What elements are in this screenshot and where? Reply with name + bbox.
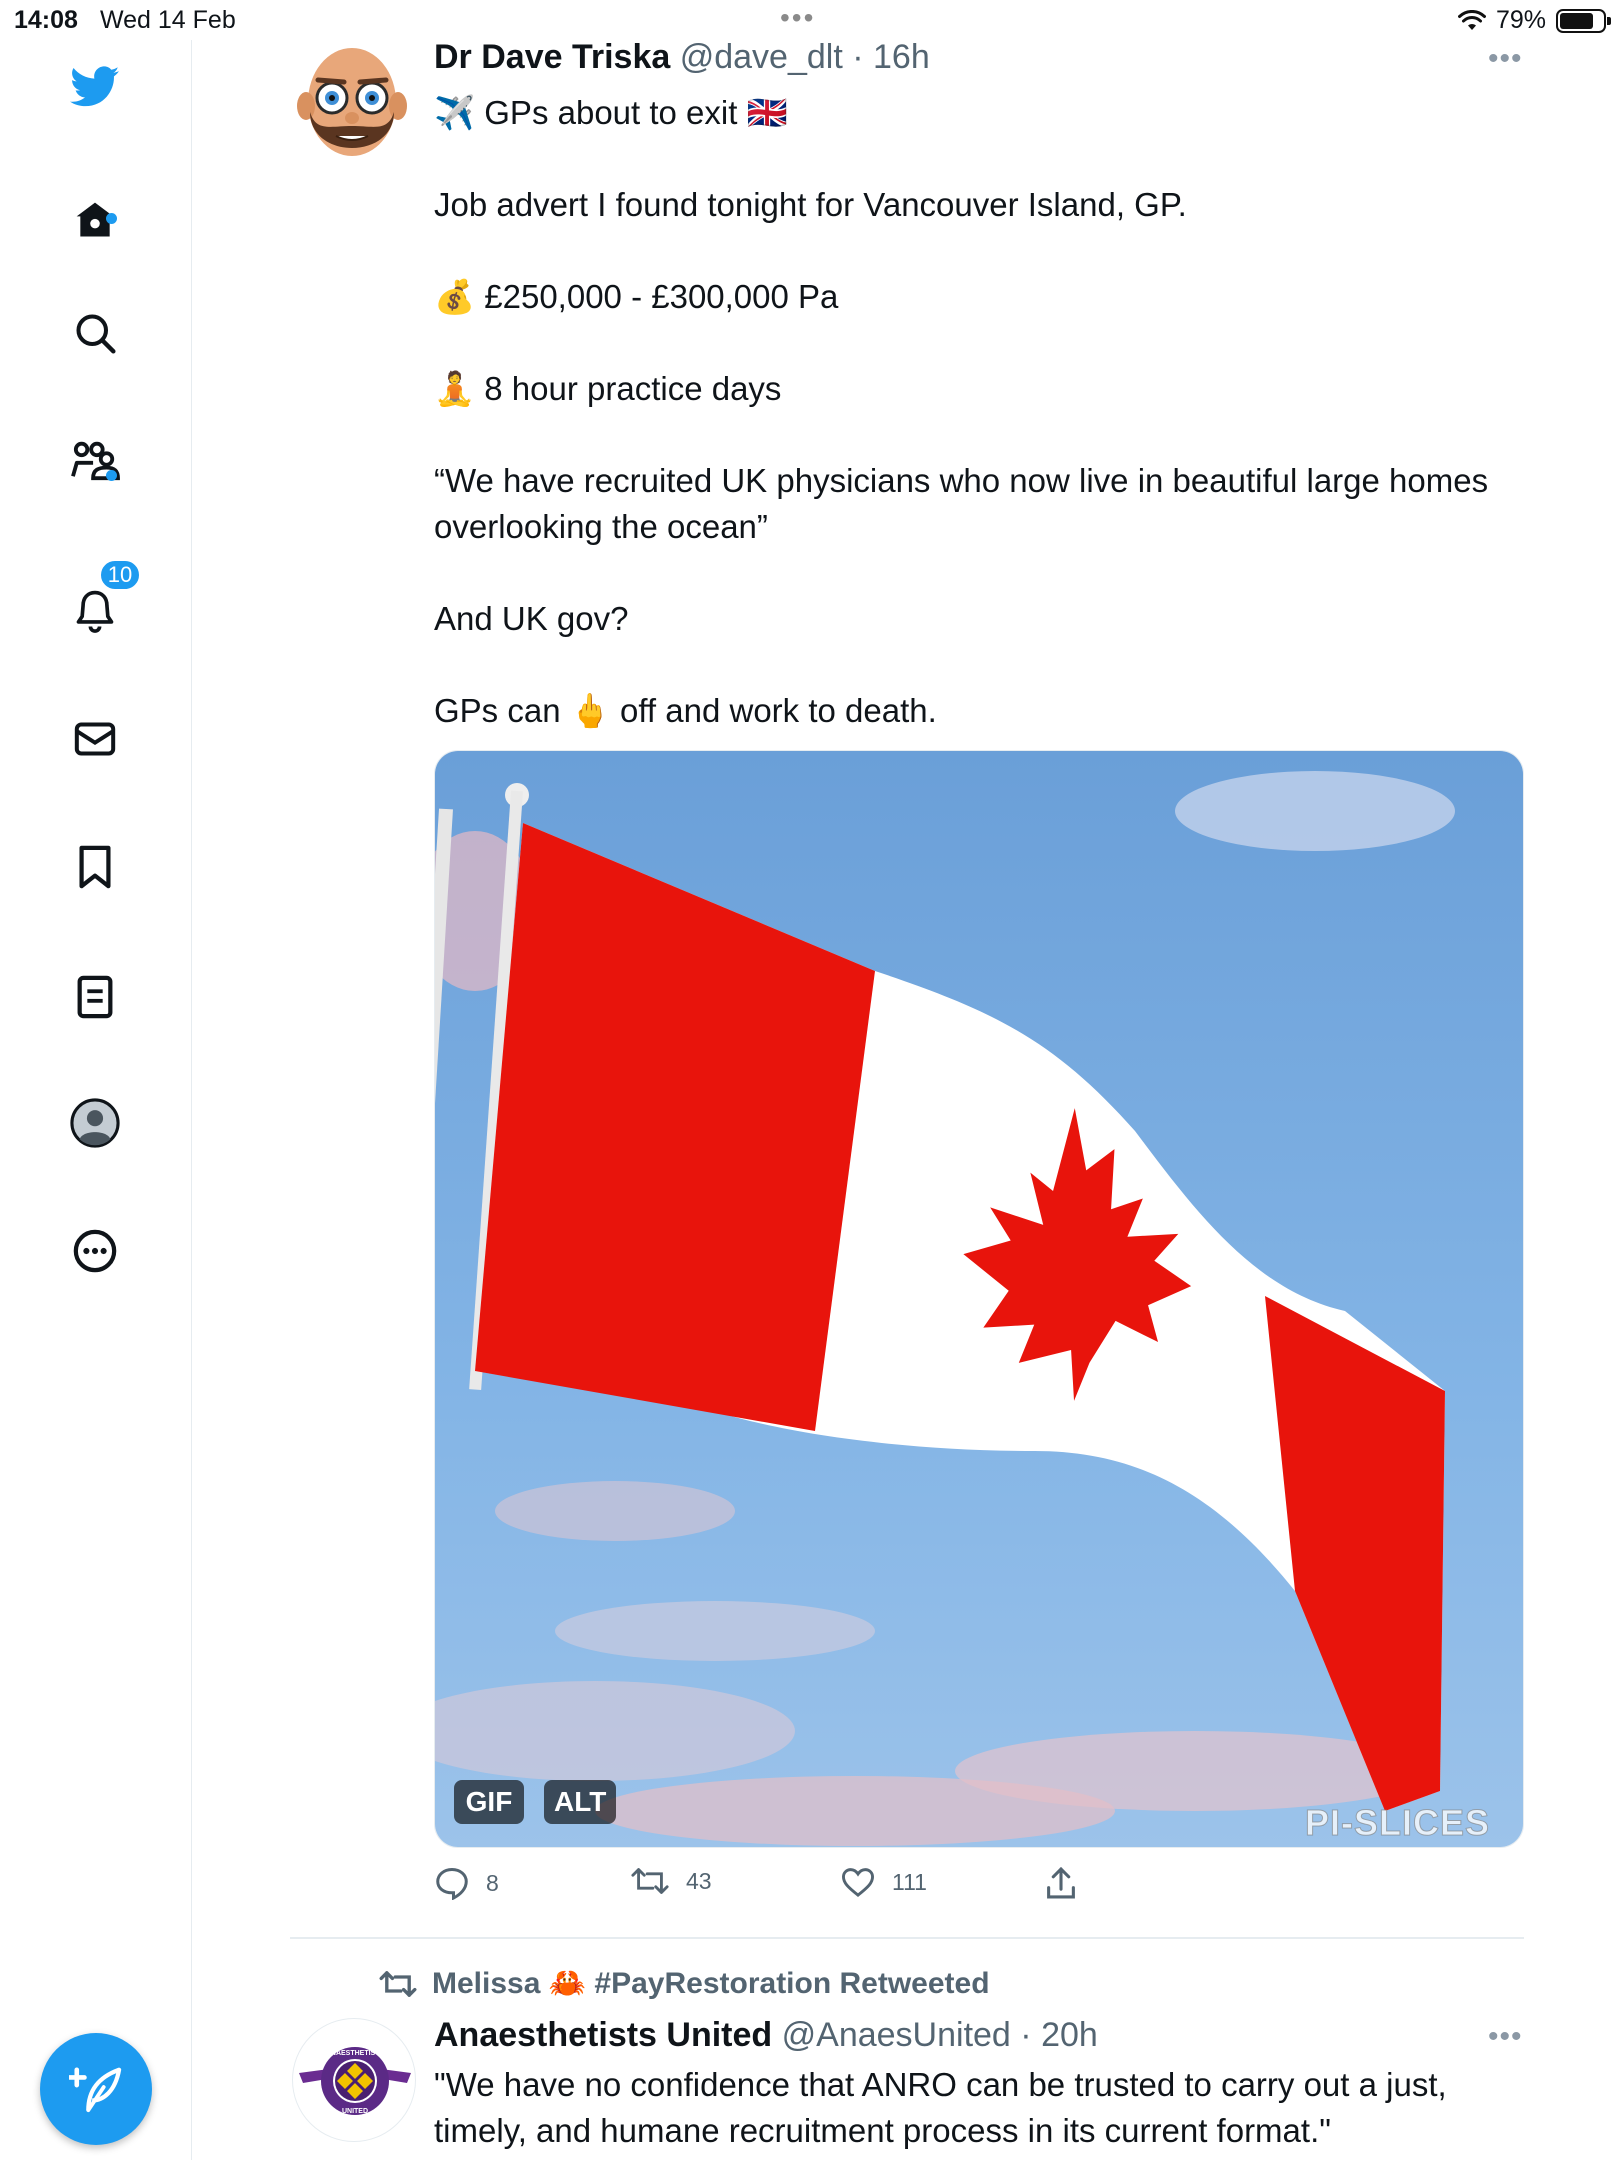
author-name[interactable]: Anaesthetists United	[434, 2016, 772, 2054]
canada-flag-image	[435, 751, 1523, 1847]
twitter-logo-icon[interactable]	[70, 62, 120, 112]
heart-icon	[841, 1868, 875, 1897]
media-watermark: PI-SLICES	[1304, 1802, 1491, 1844]
tweet-actions: 8 43 111	[434, 1866, 1134, 1910]
profile-icon	[70, 1098, 120, 1148]
meditation-emoji: 🧘	[434, 370, 476, 407]
logo-text-top: ANAESTHETISTS	[326, 2050, 385, 2057]
bell-icon	[76, 590, 114, 633]
multitasking-dots-icon[interactable]: •••	[780, 2, 815, 34]
hand-emoji: 🖕	[569, 692, 611, 729]
tweet-more-icon[interactable]: •••	[1488, 2020, 1523, 2054]
share-icon	[1047, 1866, 1075, 1899]
tweet-line: “We have recruited UK physicians who now…	[434, 462, 1498, 545]
reply-icon	[436, 1867, 468, 1900]
wifi-icon	[1457, 9, 1486, 30]
more-circle-icon	[73, 1229, 117, 1273]
tweet-text: "We have no confidence that ANRO can be …	[434, 2066, 1447, 2149]
retweet-icon	[631, 1868, 669, 1894]
author-handle[interactable]: @AnaesUnited	[782, 2016, 1011, 2054]
tweet-line: Job advert I found tonight for Vancouver…	[434, 186, 1187, 223]
airplane-emoji: ✈️	[434, 94, 476, 131]
retweet-button[interactable]: 43	[630, 1866, 712, 1896]
search-icon	[76, 314, 116, 354]
retweeted-by-text: Melissa 🦀 #PayRestoration Retweeted	[432, 1967, 990, 2000]
tweet-line: ✈️ GPs about to exit 🇬🇧	[434, 94, 788, 131]
tweet-time[interactable]: 20h	[1041, 2016, 1098, 2054]
tweet-line: 💰 £250,000 - £300,000 Pa	[434, 278, 839, 315]
retweet-count: 43	[686, 1867, 712, 1894]
tweet-divider	[290, 1937, 1524, 1939]
reply-button[interactable]: 8	[434, 1866, 499, 1900]
status-date: Wed 14 Feb	[100, 6, 236, 34]
status-bar: 14:08 Wed 14 Feb ••• 79%	[0, 0, 1620, 40]
sidebar-item-bookmarks[interactable]	[70, 842, 120, 892]
alt-badge[interactable]: ALT	[544, 1780, 617, 1824]
tweet-time[interactable]: 16h	[873, 38, 930, 76]
sidebar-item-lists[interactable]	[70, 972, 120, 1022]
tweet-more-icon[interactable]: •••	[1488, 42, 1523, 76]
home-unread-dot	[106, 213, 117, 224]
tweet-header: Dr Dave Triska @dave_dlt · 16h	[434, 38, 930, 76]
battery-percent: 79%	[1495, 6, 1546, 34]
tweet-line: And UK gov?	[434, 600, 629, 637]
tweet-line: GPs can 🖕 off and work to death.	[434, 692, 937, 729]
notifications-badge: 10	[98, 558, 142, 592]
tweet-line: 🧘 8 hour practice days	[434, 370, 782, 407]
share-button[interactable]	[1044, 1866, 1078, 1900]
tweet-header: Anaesthetists United @AnaesUnited · 20h	[434, 2016, 1098, 2054]
communities-unread-dot	[106, 470, 117, 481]
author-handle[interactable]: @dave_dlt	[680, 38, 843, 76]
retweet-icon	[379, 1970, 417, 1997]
sidebar-item-explore[interactable]	[70, 308, 120, 358]
reply-count: 8	[486, 1869, 499, 1896]
sidebar-item-more[interactable]	[70, 1226, 120, 1276]
sidebar-item-profile[interactable]	[70, 1098, 120, 1148]
author-name[interactable]: Dr Dave Triska	[434, 38, 670, 76]
sidebar-item-notifications[interactable]	[70, 585, 120, 635]
like-count: 111	[892, 1868, 927, 1895]
battery-icon	[1556, 8, 1611, 33]
list-icon	[77, 975, 113, 1019]
sidebar-nav: 10	[0, 40, 192, 2160]
tweet-text: ✈️ GPs about to exit 🇬🇧 Job advert I fou…	[434, 90, 1534, 734]
uk-flag-emoji: 🇬🇧	[746, 94, 788, 131]
logo-text-bottom: UNITED	[342, 2108, 368, 2115]
like-button[interactable]: 111	[840, 1866, 927, 1898]
retweeted-by-line[interactable]: Melissa 🦀 #PayRestoration Retweeted	[378, 1966, 990, 2001]
status-time: 14:08	[14, 6, 78, 34]
avatar[interactable]: ANAESTHETISTS UNITED	[292, 2018, 416, 2142]
compose-feather-icon	[69, 2067, 122, 2113]
bookmark-icon	[79, 845, 111, 889]
sidebar-item-messages[interactable]	[70, 714, 120, 764]
tweet-media-gif[interactable]	[434, 750, 1524, 1848]
money-bag-emoji: 💰	[434, 278, 476, 315]
gif-badge[interactable]: GIF	[454, 1780, 524, 1824]
avatar[interactable]	[292, 40, 412, 164]
compose-tweet-button[interactable]	[40, 2033, 152, 2145]
mail-icon	[74, 722, 116, 756]
status-right: 79%	[1457, 6, 1611, 35]
